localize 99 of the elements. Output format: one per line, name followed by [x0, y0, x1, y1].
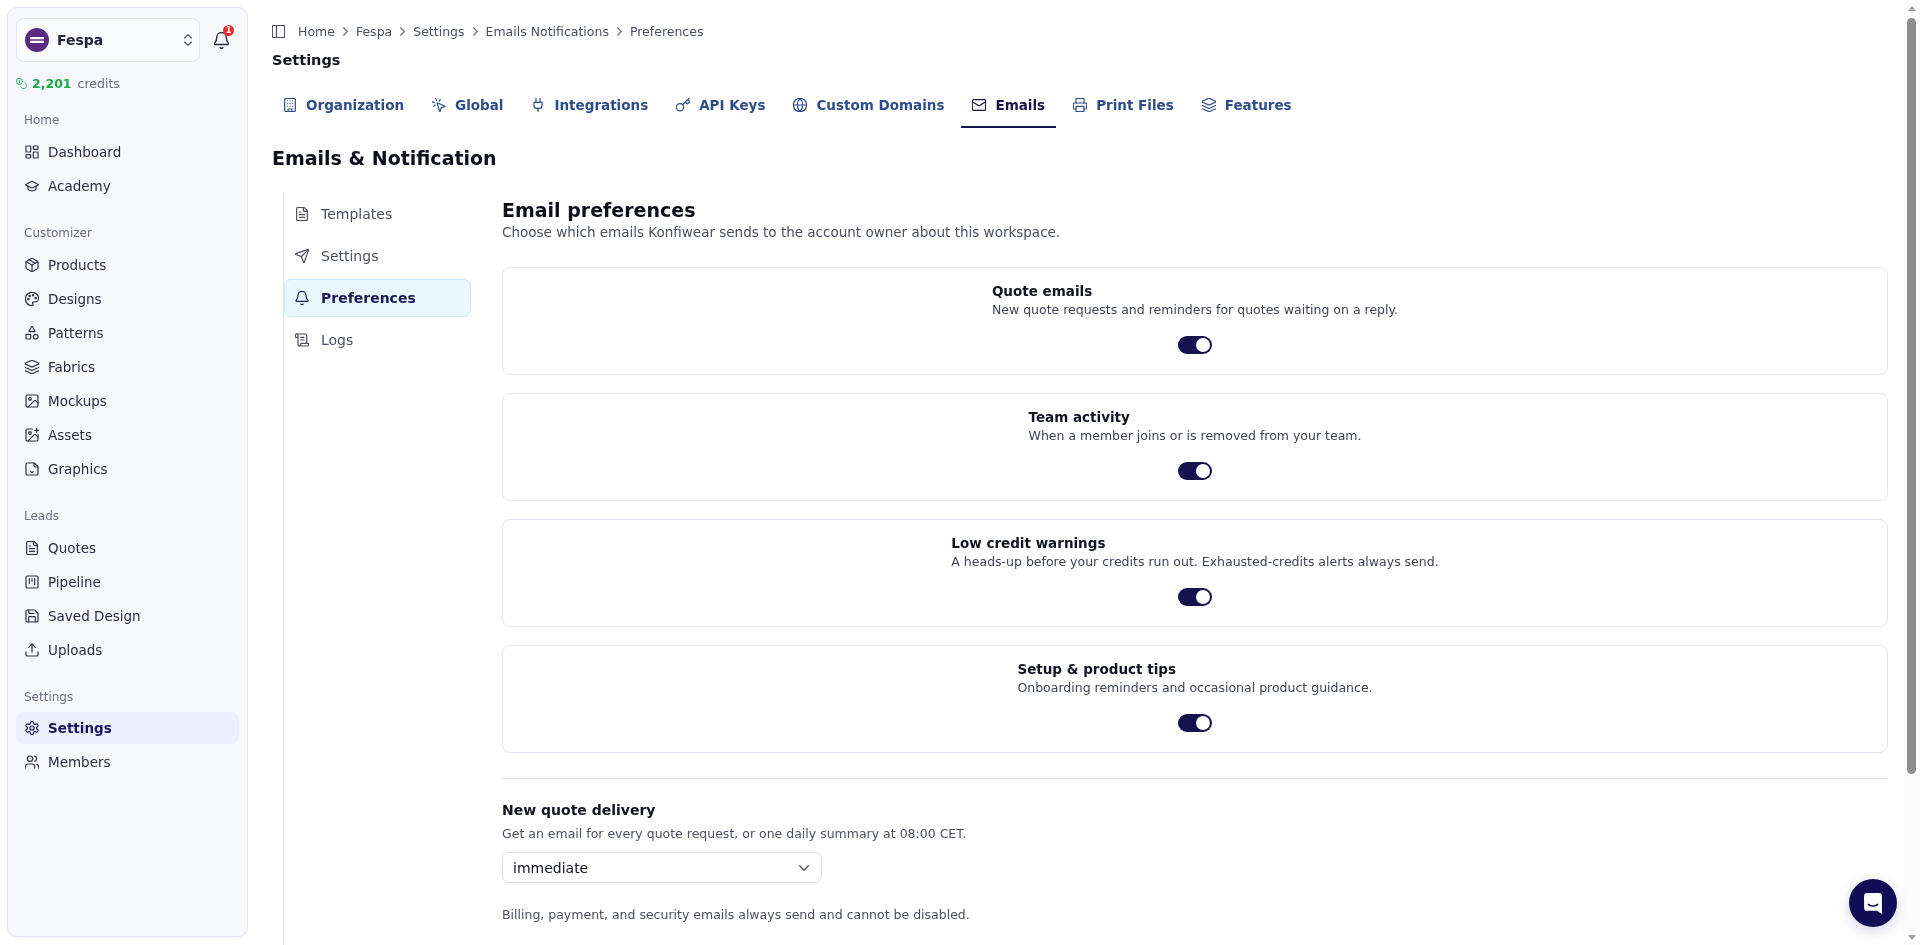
- image-plus-icon: [25, 428, 39, 442]
- sidebar-item[interactable]: Quotes: [16, 531, 239, 565]
- mail-icon: [972, 98, 987, 112]
- tab[interactable]: Custom Domains: [782, 86, 956, 128]
- chat-button[interactable]: [1849, 879, 1897, 927]
- scroll-icon: [295, 333, 309, 347]
- chevron-down-icon: [799, 864, 809, 871]
- tab[interactable]: Global: [421, 86, 515, 128]
- credits-label: credits: [77, 75, 120, 91]
- printer-icon: [1073, 98, 1088, 112]
- toggle-switch[interactable]: [1178, 336, 1212, 354]
- breadcrumb-link[interactable]: Settings: [413, 23, 465, 39]
- notification-badge: 1: [223, 25, 234, 36]
- bell-icon: [295, 291, 309, 305]
- preference-title: Setup & product tips: [1017, 660, 1176, 679]
- preference-description: New quote requests and reminders for quotes waiting on a reply.: [991, 301, 1399, 319]
- tab[interactable]: Organization: [272, 86, 416, 128]
- preferences-subtitle: Choose which emails Konfiwear sends to the account owner about this workspace.: [502, 223, 1061, 242]
- key-icon: [676, 98, 691, 112]
- sidebar-item[interactable]: Uploads: [16, 633, 239, 667]
- send-icon: [295, 249, 309, 263]
- chevron-up-down-icon: [184, 34, 192, 46]
- sidebar-item[interactable]: Products: [16, 248, 239, 282]
- sidebar-item[interactable]: Saved Design: [16, 599, 239, 633]
- chevron-right-icon: [472, 26, 478, 36]
- palette-icon: [25, 292, 39, 306]
- footnote: Billing, payment, and security emails always send and cannot be disabled.: [502, 906, 970, 924]
- page-title: Settings: [272, 51, 341, 70]
- delivery-description: Get an email for every quote request, or one daily summary at 08:00 CET.: [502, 825, 967, 843]
- sidebar-item[interactable]: Dashboard: [16, 135, 239, 169]
- cursor-click-icon: [432, 98, 447, 112]
- users-icon: [25, 755, 39, 769]
- breadcrumb-link[interactable]: Home: [298, 23, 335, 39]
- preference-title: Quote emails: [991, 282, 1093, 301]
- breadcrumb-link[interactable]: Fespa: [355, 23, 393, 39]
- settings-icon: [25, 721, 39, 735]
- chevron-right-icon: [616, 26, 622, 36]
- breadcrumb-current: Preferences: [629, 23, 704, 39]
- sidebar-item[interactable]: Assets: [16, 418, 239, 452]
- tab[interactable]: API Keys: [665, 86, 777, 128]
- subnav-item[interactable]: Templates: [284, 195, 471, 233]
- bell-icon[interactable]: [214, 31, 229, 49]
- preferences-title: Email preferences: [502, 198, 696, 222]
- sidebar-item[interactable]: Pipeline: [16, 565, 239, 599]
- scrollbar-thumb[interactable]: [1907, 18, 1916, 774]
- credits-amount: 2,201: [32, 75, 72, 91]
- chat-icon: [1864, 892, 1882, 914]
- document-icon: [295, 207, 309, 221]
- preference-description: Onboarding reminders and occasional product guidance.: [1017, 679, 1373, 697]
- chevron-right-icon: [400, 26, 406, 36]
- chevron-right-icon: [342, 26, 348, 36]
- sidebar-item[interactable]: Mockups: [16, 384, 239, 418]
- sidebar-section-label: Customizer: [23, 225, 92, 242]
- toggle-switch[interactable]: [1178, 714, 1212, 732]
- sidebar-section-label: Settings: [23, 689, 74, 706]
- sidebar-item[interactable]: Designs: [16, 282, 239, 316]
- delivery-select[interactable]: immediate: [502, 852, 822, 883]
- subnav-item[interactable]: Logs: [284, 321, 471, 359]
- document-icon: [25, 541, 39, 555]
- tab[interactable]: Integrations: [520, 86, 660, 128]
- globe-icon: [793, 98, 808, 112]
- graduation-cap-icon: [25, 179, 39, 193]
- layers-icon: [25, 360, 39, 374]
- layers-icon: [1201, 98, 1216, 112]
- kanban-icon: [25, 575, 39, 589]
- sidebar-item[interactable]: Academy: [16, 169, 239, 203]
- sidebar-item[interactable]: Settings: [16, 712, 239, 744]
- grid-icon: [25, 145, 39, 159]
- box-icon: [25, 258, 39, 272]
- image-icon: [25, 394, 39, 408]
- toggle-switch[interactable]: [1178, 462, 1212, 480]
- subnav-item[interactable]: Preferences: [284, 279, 471, 317]
- toggle-switch[interactable]: [1178, 588, 1212, 606]
- sidebar-item[interactable]: Patterns: [16, 316, 239, 350]
- tab[interactable]: Print Files: [1062, 86, 1185, 128]
- plug-icon: [531, 98, 546, 112]
- building-icon: [283, 98, 297, 112]
- preference-title: Low credit warnings: [951, 534, 1106, 553]
- preference-description: A heads-up before your credits run out. Exhausted-credits alerts always send.: [951, 553, 1439, 571]
- section-title: Emails & Notification: [272, 146, 497, 171]
- sidebar-item[interactable]: Fabrics: [16, 350, 239, 384]
- tab[interactable]: Features: [1190, 86, 1303, 128]
- delivery-label: New quote delivery: [502, 801, 656, 820]
- sidebar-item[interactable]: Members: [16, 745, 239, 779]
- breadcrumb-link[interactable]: Emails Notifications: [485, 23, 609, 39]
- coins-icon: [16, 77, 27, 89]
- sticker-icon: [25, 462, 39, 476]
- preference-title: Team activity: [1028, 408, 1130, 427]
- subnav-item[interactable]: Settings: [284, 237, 471, 275]
- workspace-logo-icon: [25, 28, 49, 52]
- sidebar-section-label: Leads: [23, 508, 60, 525]
- workspace-switcher[interactable]: Fespa: [16, 18, 200, 62]
- sidebar-section-label: Home: [23, 112, 60, 129]
- preference-description: When a member joins or is removed from your team.: [1028, 427, 1362, 445]
- sidebar-item[interactable]: Graphics: [16, 452, 239, 486]
- shapes-icon: [25, 326, 39, 340]
- sidebar-toggle-icon[interactable]: [272, 24, 285, 38]
- tab[interactable]: Emails: [961, 86, 1057, 128]
- upload-icon: [25, 643, 39, 657]
